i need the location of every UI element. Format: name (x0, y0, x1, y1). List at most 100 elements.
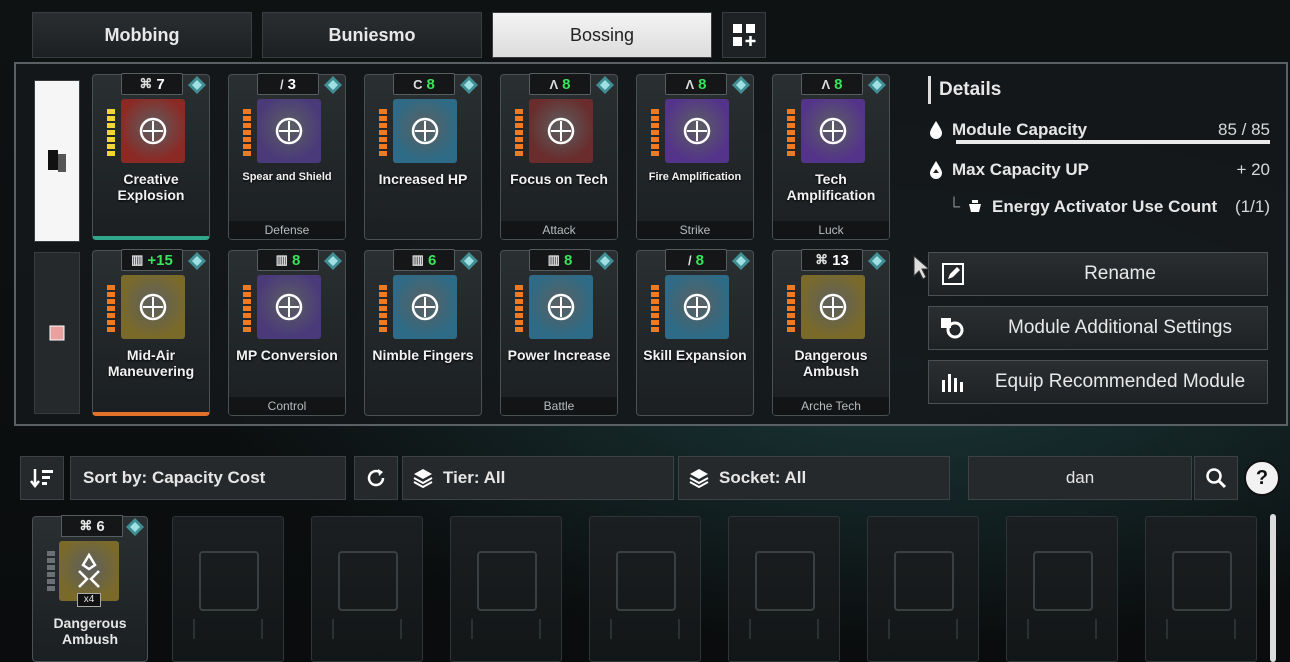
empty-module-slot[interactable] (450, 516, 562, 662)
module-art-icon (257, 275, 321, 339)
module-card[interactable]: Λ 8 Tech Amplification Luck (772, 73, 890, 240)
inventory-module-card[interactable]: ⌘ 6 x4 Dangerous Ambush (32, 515, 148, 662)
tier-filter-dropdown[interactable]: Tier: All (402, 456, 674, 500)
module-art-icon (665, 99, 729, 163)
empty-module-slot[interactable] (589, 516, 701, 662)
module-card[interactable]: ▥ 6 Nimble Fingers (364, 249, 482, 416)
loadout-slot-2[interactable] (34, 252, 80, 414)
socket-gem-icon (595, 251, 615, 271)
max-capacity-row: Max Capacity UP + 20 (928, 150, 1274, 190)
module-card[interactable]: /8 Skill Expansion (636, 249, 754, 416)
socket-gem-icon (323, 75, 343, 95)
rename-button[interactable]: Rename (928, 252, 1268, 296)
equip-recommended-button[interactable]: Equip Recommended Module (928, 360, 1268, 404)
module-additional-settings-button[interactable]: Module Additional Settings (928, 306, 1268, 350)
details-title: Details (928, 76, 1274, 104)
tier-bars (379, 285, 387, 334)
inventory-scrollbar[interactable] (1270, 514, 1276, 662)
tier-bars (107, 285, 115, 334)
module-art-icon (801, 99, 865, 163)
socket-gem-icon (867, 251, 887, 271)
empty-module-slot[interactable] (1006, 516, 1118, 662)
module-art-icon (393, 99, 457, 163)
tier-bars (651, 109, 659, 158)
tab-mobbing[interactable]: Mobbing (32, 12, 252, 58)
module-art-icon (121, 275, 185, 339)
module-art-icon (121, 99, 185, 163)
help-button[interactable]: ? (1244, 460, 1280, 496)
module-name: Power Increase (507, 347, 611, 363)
module-name: Spear and Shield (242, 171, 332, 183)
module-category: Attack (501, 221, 617, 239)
circuit-pins (888, 619, 958, 639)
module-name: Tech Amplification (786, 171, 876, 203)
tier-bars (107, 109, 115, 158)
details-panel: Details Module Capacity 85 / 85 Max Capa… (928, 76, 1274, 404)
edit-icon (942, 263, 964, 285)
circuit-pins (332, 619, 402, 639)
empty-module-slot[interactable] (1145, 516, 1257, 662)
tab-buniesmo[interactable]: Buniesmo (262, 12, 482, 58)
mouse-cursor-icon (913, 254, 931, 280)
search-input[interactable]: dan (968, 456, 1192, 500)
socket-gem-icon (459, 251, 479, 271)
loadout-slot-1[interactable] (34, 80, 80, 242)
search-icon (1206, 468, 1227, 489)
empty-module-slot[interactable] (172, 516, 284, 662)
capacity-cost: ▥ +15 (121, 249, 183, 271)
add-tab-button[interactable] (722, 12, 766, 58)
module-category: Control (229, 397, 345, 415)
capacity-cost: ▥ 6 (393, 249, 455, 271)
module-card[interactable]: /3 Spear and Shield Defense (228, 73, 346, 240)
module-name: Skill Expansion (643, 347, 747, 363)
sort-dropdown[interactable]: Sort by: Capacity Cost (70, 456, 346, 500)
chip-outline-icon (199, 551, 259, 611)
module-name: Dangerous Ambush (794, 347, 868, 379)
module-card[interactable]: ▥ 8 Power Increase Battle (500, 249, 618, 416)
loadout-tabs: Mobbing Buniesmo Bossing (32, 12, 766, 58)
tier-bars (787, 109, 795, 158)
settings-gear-icon (941, 318, 964, 339)
capacity-cost: ▥ 8 (529, 249, 591, 271)
empty-module-slot[interactable] (728, 516, 840, 662)
tab-bossing[interactable]: Bossing (492, 12, 712, 58)
socket-gem-icon (323, 251, 343, 271)
refresh-icon (367, 469, 385, 487)
sort-direction-button[interactable] (20, 456, 64, 500)
circuit-pins (1166, 619, 1236, 639)
loadout-slots (34, 80, 82, 414)
empty-module-slot[interactable] (867, 516, 979, 662)
module-card[interactable]: Λ 8 Fire Amplification Strike (636, 73, 754, 240)
circuit-pins (193, 619, 263, 639)
reset-filters-button[interactable] (354, 456, 398, 500)
module-card[interactable]: ⌘ 13 Dangerous Ambush Arche Tech (772, 249, 890, 416)
module-card[interactable]: ▥ 8 MP Conversion Control (228, 249, 346, 416)
module-art-icon (801, 275, 865, 339)
module-art-icon (257, 99, 321, 163)
socket-gem-icon (125, 517, 145, 537)
module-card[interactable]: ⌘ 7 Creative Explosion (92, 73, 210, 240)
module-card[interactable]: C 8 Increased HP (364, 73, 482, 240)
module-art-icon (529, 99, 593, 163)
socket-gem-icon (459, 75, 479, 95)
tier-bars (651, 285, 659, 334)
search-button[interactable] (1194, 456, 1238, 500)
tier-bars (243, 109, 251, 158)
socket-gem-icon (731, 251, 751, 271)
module-art-icon (529, 275, 593, 339)
circuit-pins (749, 619, 819, 639)
capacity-cost: Λ8 (665, 73, 727, 95)
socket-gem-icon (731, 75, 751, 95)
capacity-cost: /3 (257, 73, 319, 95)
module-name: Increased HP (378, 171, 468, 187)
module-card[interactable]: Λ 8 Focus on Tech Attack (500, 73, 618, 240)
tier-bars (787, 285, 795, 334)
chip-outline-icon (894, 551, 954, 611)
module-card[interactable]: ▥ +15 Mid-Air Maneuvering (92, 249, 210, 416)
capacity-cost: ⌘ 13 (801, 249, 863, 271)
chip-outline-icon (1172, 551, 1232, 611)
socket-filter-dropdown[interactable]: Socket: All (678, 456, 950, 500)
recommended-bars-icon (942, 374, 963, 392)
empty-module-slot[interactable] (311, 516, 423, 662)
chip-outline-icon (338, 551, 398, 611)
